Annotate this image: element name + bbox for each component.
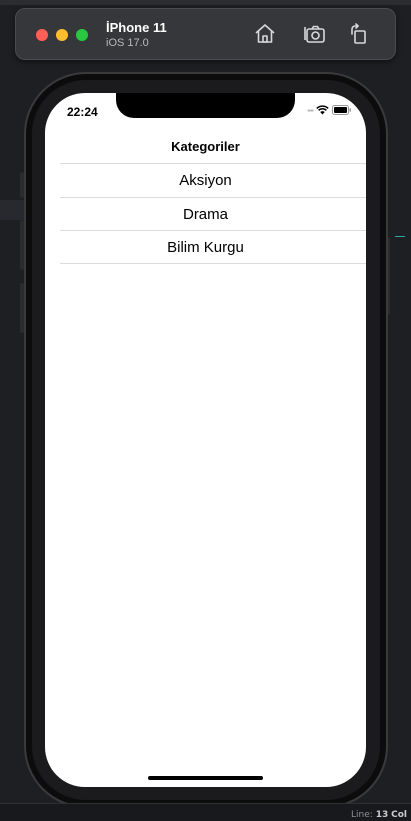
cursor-position: Line: 13 Col bbox=[351, 810, 407, 820]
list-item[interactable]: Aksiyon bbox=[60, 163, 366, 197]
close-window-button[interactable] bbox=[36, 29, 48, 41]
signal-icon: •••• bbox=[307, 107, 314, 115]
line-label: Line: bbox=[351, 810, 373, 820]
device-name: İPhone 11 bbox=[106, 20, 167, 35]
list-item[interactable]: Bilim Kurgu bbox=[60, 230, 366, 264]
wifi-icon bbox=[316, 102, 329, 120]
editor-accent bbox=[395, 236, 405, 237]
minimize-window-button[interactable] bbox=[56, 29, 68, 41]
list-item-label: Drama bbox=[182, 205, 228, 223]
col-label: Col bbox=[391, 810, 407, 820]
home-icon[interactable] bbox=[253, 22, 277, 46]
battery-icon bbox=[332, 102, 352, 120]
os-version: iOS 17.0 bbox=[106, 37, 149, 49]
list-item[interactable]: Drama bbox=[60, 196, 366, 231]
list-item-label: Aksiyon bbox=[179, 172, 232, 189]
home-indicator[interactable] bbox=[148, 776, 263, 780]
category-list: Aksiyon Drama Bilim Kurgu bbox=[60, 163, 366, 264]
screenshot-icon[interactable] bbox=[303, 22, 327, 46]
rotate-icon[interactable] bbox=[347, 22, 371, 46]
status-time: 22:24 bbox=[67, 105, 98, 119]
editor-top-strip bbox=[0, 0, 411, 5]
status-icons: •••• bbox=[307, 105, 352, 117]
list-item-label: Bilim Kurgu bbox=[167, 239, 244, 256]
device-screen: 22:24 •••• Kategoriler Aksiyon Drama Bil… bbox=[45, 93, 366, 787]
simulator-toolbar: İPhone 11 iOS 17.0 bbox=[15, 8, 396, 60]
editor-status-bar: Line: 13 Col bbox=[0, 803, 411, 821]
nav-title: Kategoriler bbox=[171, 139, 240, 154]
zoom-window-button[interactable] bbox=[76, 29, 88, 41]
stage: İPhone 11 iOS 17.0 22:24 •••• Kategorile… bbox=[0, 0, 411, 821]
line-value: 13 bbox=[375, 810, 389, 820]
notch bbox=[116, 93, 295, 118]
